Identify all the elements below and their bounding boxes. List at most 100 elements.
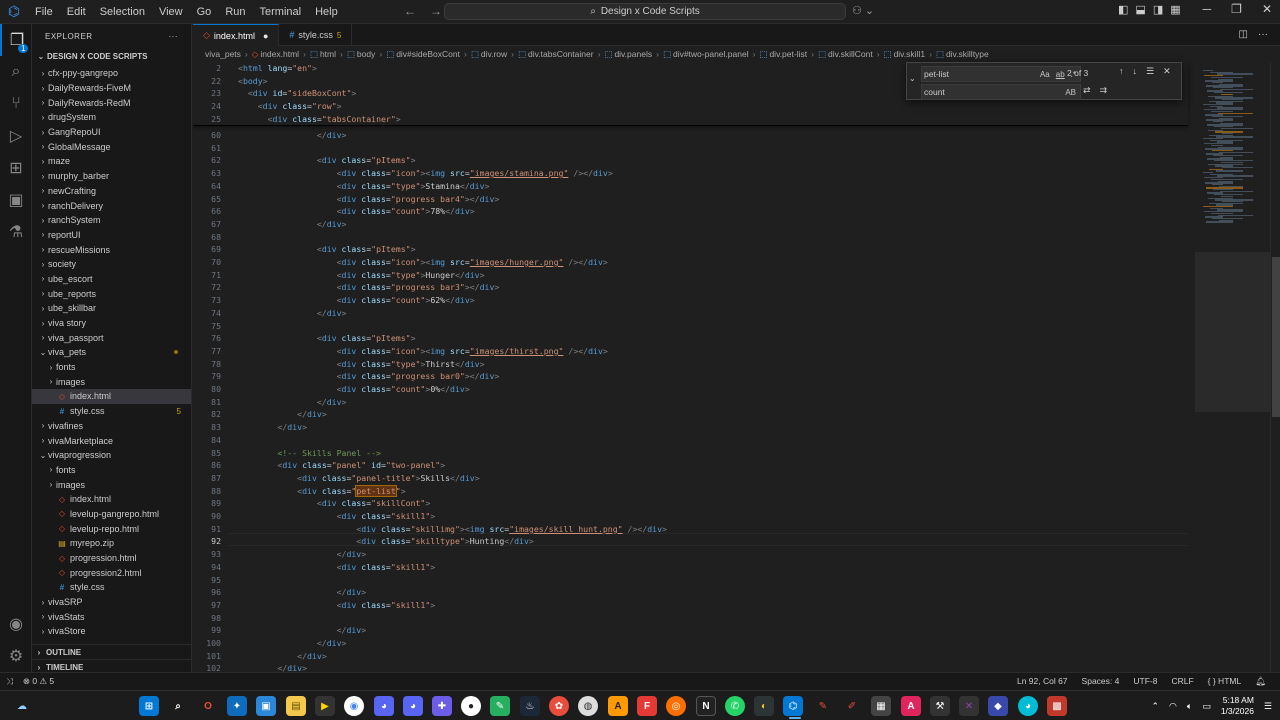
app-icon-tools[interactable]: ⚒ <box>930 696 950 716</box>
toggle-secondary-sidebar-icon[interactable]: ◨ <box>1153 3 1163 16</box>
tab-index-html[interactable]: ◇ index.html ● <box>193 24 280 46</box>
vertical-scrollbar[interactable] <box>1270 62 1280 672</box>
breadcrumb-item[interactable]: div.skill1 <box>894 49 926 59</box>
outline-section[interactable]: › OUTLINE <box>32 644 191 659</box>
app-icon-pink[interactable]: A <box>901 696 921 716</box>
replace-all-icon[interactable]: ⇉ <box>1100 85 1108 96</box>
tree-item[interactable]: ⌄ viva_pets <box>32 345 191 360</box>
menu-file[interactable]: File <box>28 6 60 18</box>
menu-help[interactable]: Help <box>308 6 345 18</box>
replace-icon[interactable]: ⇄ <box>1083 85 1091 96</box>
tree-item[interactable]: › ube_escort <box>32 272 191 287</box>
problems-indicator[interactable]: ⊗ 0 ⚠ 5 <box>23 676 54 687</box>
tree-item[interactable]: › ranchSystem <box>32 213 191 228</box>
tree-item[interactable]: › DailyRewards-FiveM <box>32 81 191 96</box>
steam-icon[interactable]: ♨ <box>520 696 540 716</box>
app-icon-blue[interactable]: ◆ <box>988 696 1008 716</box>
menu-view[interactable]: View <box>152 6 190 18</box>
volume-icon[interactable]: 🔈︎ <box>1187 701 1192 712</box>
timeline-section[interactable]: › TIMELINE <box>32 659 191 672</box>
tree-item[interactable]: › images <box>32 477 191 492</box>
encoding[interactable]: UTF-8 <box>1133 676 1157 687</box>
toggle-primary-sidebar-icon[interactable]: ◧ <box>1118 3 1128 16</box>
remote-explorer-icon[interactable]: ▣ <box>0 184 32 216</box>
tree-item[interactable]: ⌄ vivaprogression <box>32 448 191 463</box>
tree-item[interactable]: # style.css 5 <box>32 404 191 419</box>
menu-run[interactable]: Run <box>218 6 252 18</box>
remote-indicator-icon[interactable]: ⤨ <box>6 676 13 687</box>
tree-item[interactable]: › vivaMarketplace <box>32 433 191 448</box>
scrollbar-thumb[interactable] <box>1272 257 1280 417</box>
notifications-bell-icon[interactable]: 🔔︎ <box>1255 676 1266 687</box>
breadcrumb-item[interactable]: div.skillCont <box>828 49 873 59</box>
run-debug-icon[interactable]: ▷ <box>0 120 32 152</box>
previous-match-icon[interactable]: ↑ <box>1119 66 1124 77</box>
tree-item[interactable]: ◇ index.html <box>32 389 191 404</box>
minimap-viewport[interactable] <box>1195 252 1270 412</box>
tree-item[interactable]: › images <box>32 374 191 389</box>
tree-item[interactable]: › viva_passport <box>32 330 191 345</box>
tree-item[interactable]: › murphy_barber <box>32 169 191 184</box>
whatsapp-icon[interactable]: ✆ <box>725 696 745 716</box>
tree-item[interactable]: › DailyRewards-RedM <box>32 95 191 110</box>
tree-item[interactable]: # style.css <box>32 580 191 595</box>
breadcrumb-item[interactable]: viva_pets <box>205 49 241 59</box>
menu-edit[interactable]: Edit <box>60 6 93 18</box>
tree-item[interactable]: ◇ index.html <box>32 492 191 507</box>
whole-word-toggle[interactable]: ab <box>1056 70 1065 79</box>
tree-item[interactable]: › newCrafting <box>32 184 191 199</box>
line-ending[interactable]: CRLF <box>1171 676 1193 687</box>
tree-item[interactable]: › rescueMissions <box>32 242 191 257</box>
app-icon-brush[interactable]: ✐ <box>842 696 862 716</box>
more-actions-icon[interactable]: ··· <box>1258 29 1268 40</box>
close-window-icon[interactable]: ✕ <box>1262 2 1272 16</box>
app-icon-dark[interactable]: ◐ <box>754 696 774 716</box>
file-explorer-icon[interactable]: ▤ <box>286 696 306 716</box>
app-icon-pen[interactable]: ✎ <box>813 696 833 716</box>
minimap[interactable] <box>1195 62 1270 672</box>
tree-item[interactable]: › ranchDelivery <box>32 198 191 213</box>
menu-selection[interactable]: Selection <box>93 6 152 18</box>
tab-style-css[interactable]: # style.css 5 <box>279 24 353 46</box>
tree-item[interactable]: › vivafines <box>32 419 191 434</box>
app-icon-purple[interactable]: ✚ <box>432 696 452 716</box>
more-actions-icon[interactable]: ··· <box>169 32 179 41</box>
app-icon-red-square[interactable]: F <box>637 696 657 716</box>
tree-item[interactable]: › ube_skillbar <box>32 301 191 316</box>
clock[interactable]: 5:18 AM 1/3/2026 <box>1221 695 1254 717</box>
tree-item[interactable]: › reportUI <box>32 228 191 243</box>
tree-item[interactable]: › fonts <box>32 360 191 375</box>
discord-ptb-icon[interactable]: ◕ <box>403 696 423 716</box>
tree-item[interactable]: › ube_reports <box>32 286 191 301</box>
match-case-toggle[interactable]: Aa <box>1040 70 1050 79</box>
vscode-taskbar-icon[interactable]: ⌬ <box>783 696 803 716</box>
tree-item[interactable]: › fonts <box>32 463 191 478</box>
testing-icon[interactable]: ⚗ <box>0 216 32 248</box>
tree-item[interactable]: › GangRepoUI <box>32 125 191 140</box>
app-icon-cyan[interactable]: ◕ <box>1018 696 1038 716</box>
forward-arrow-icon[interactable]: → <box>430 4 442 18</box>
notion-icon[interactable]: N <box>696 696 716 716</box>
split-editor-icon[interactable]: ◫ <box>1239 29 1248 40</box>
search-view-icon[interactable]: ⌕ <box>0 56 32 88</box>
code-editor[interactable]: 60 </div> 61 62 <div class="pItems"> 63 <di… <box>193 62 1280 672</box>
app-icon-x[interactable]: ✕ <box>959 696 979 716</box>
unsaved-dot-icon[interactable]: ● <box>263 31 268 41</box>
app-icon-green[interactable]: ✎ <box>490 696 510 716</box>
tree-item[interactable]: ◇ progression.html <box>32 551 191 566</box>
restore-icon[interactable]: ❐ <box>1231 2 1242 16</box>
explorer-icon[interactable]: ❐ <box>0 24 32 56</box>
replace-input[interactable]: count AB <box>921 84 1081 100</box>
close-find-icon[interactable]: ✕ <box>1163 66 1171 77</box>
store-icon[interactable]: ▣ <box>256 696 276 716</box>
media-app-icon[interactable]: ▶ <box>315 696 335 716</box>
tree-item[interactable]: ◇ levelup-repo.html <box>32 521 191 536</box>
minimize-icon[interactable]: ─ <box>1203 2 1212 16</box>
tree-item[interactable]: › vivaStats <box>32 609 191 624</box>
chrome-icon[interactable]: ◉ <box>344 696 364 716</box>
back-arrow-icon[interactable]: ← <box>404 4 416 18</box>
account-icon[interactable]: ◉ <box>0 608 32 640</box>
extensions-icon[interactable]: ⊞ <box>0 152 32 184</box>
toggle-panel-icon[interactable]: ⬓ <box>1135 3 1145 16</box>
menu-go[interactable]: Go <box>190 6 219 18</box>
